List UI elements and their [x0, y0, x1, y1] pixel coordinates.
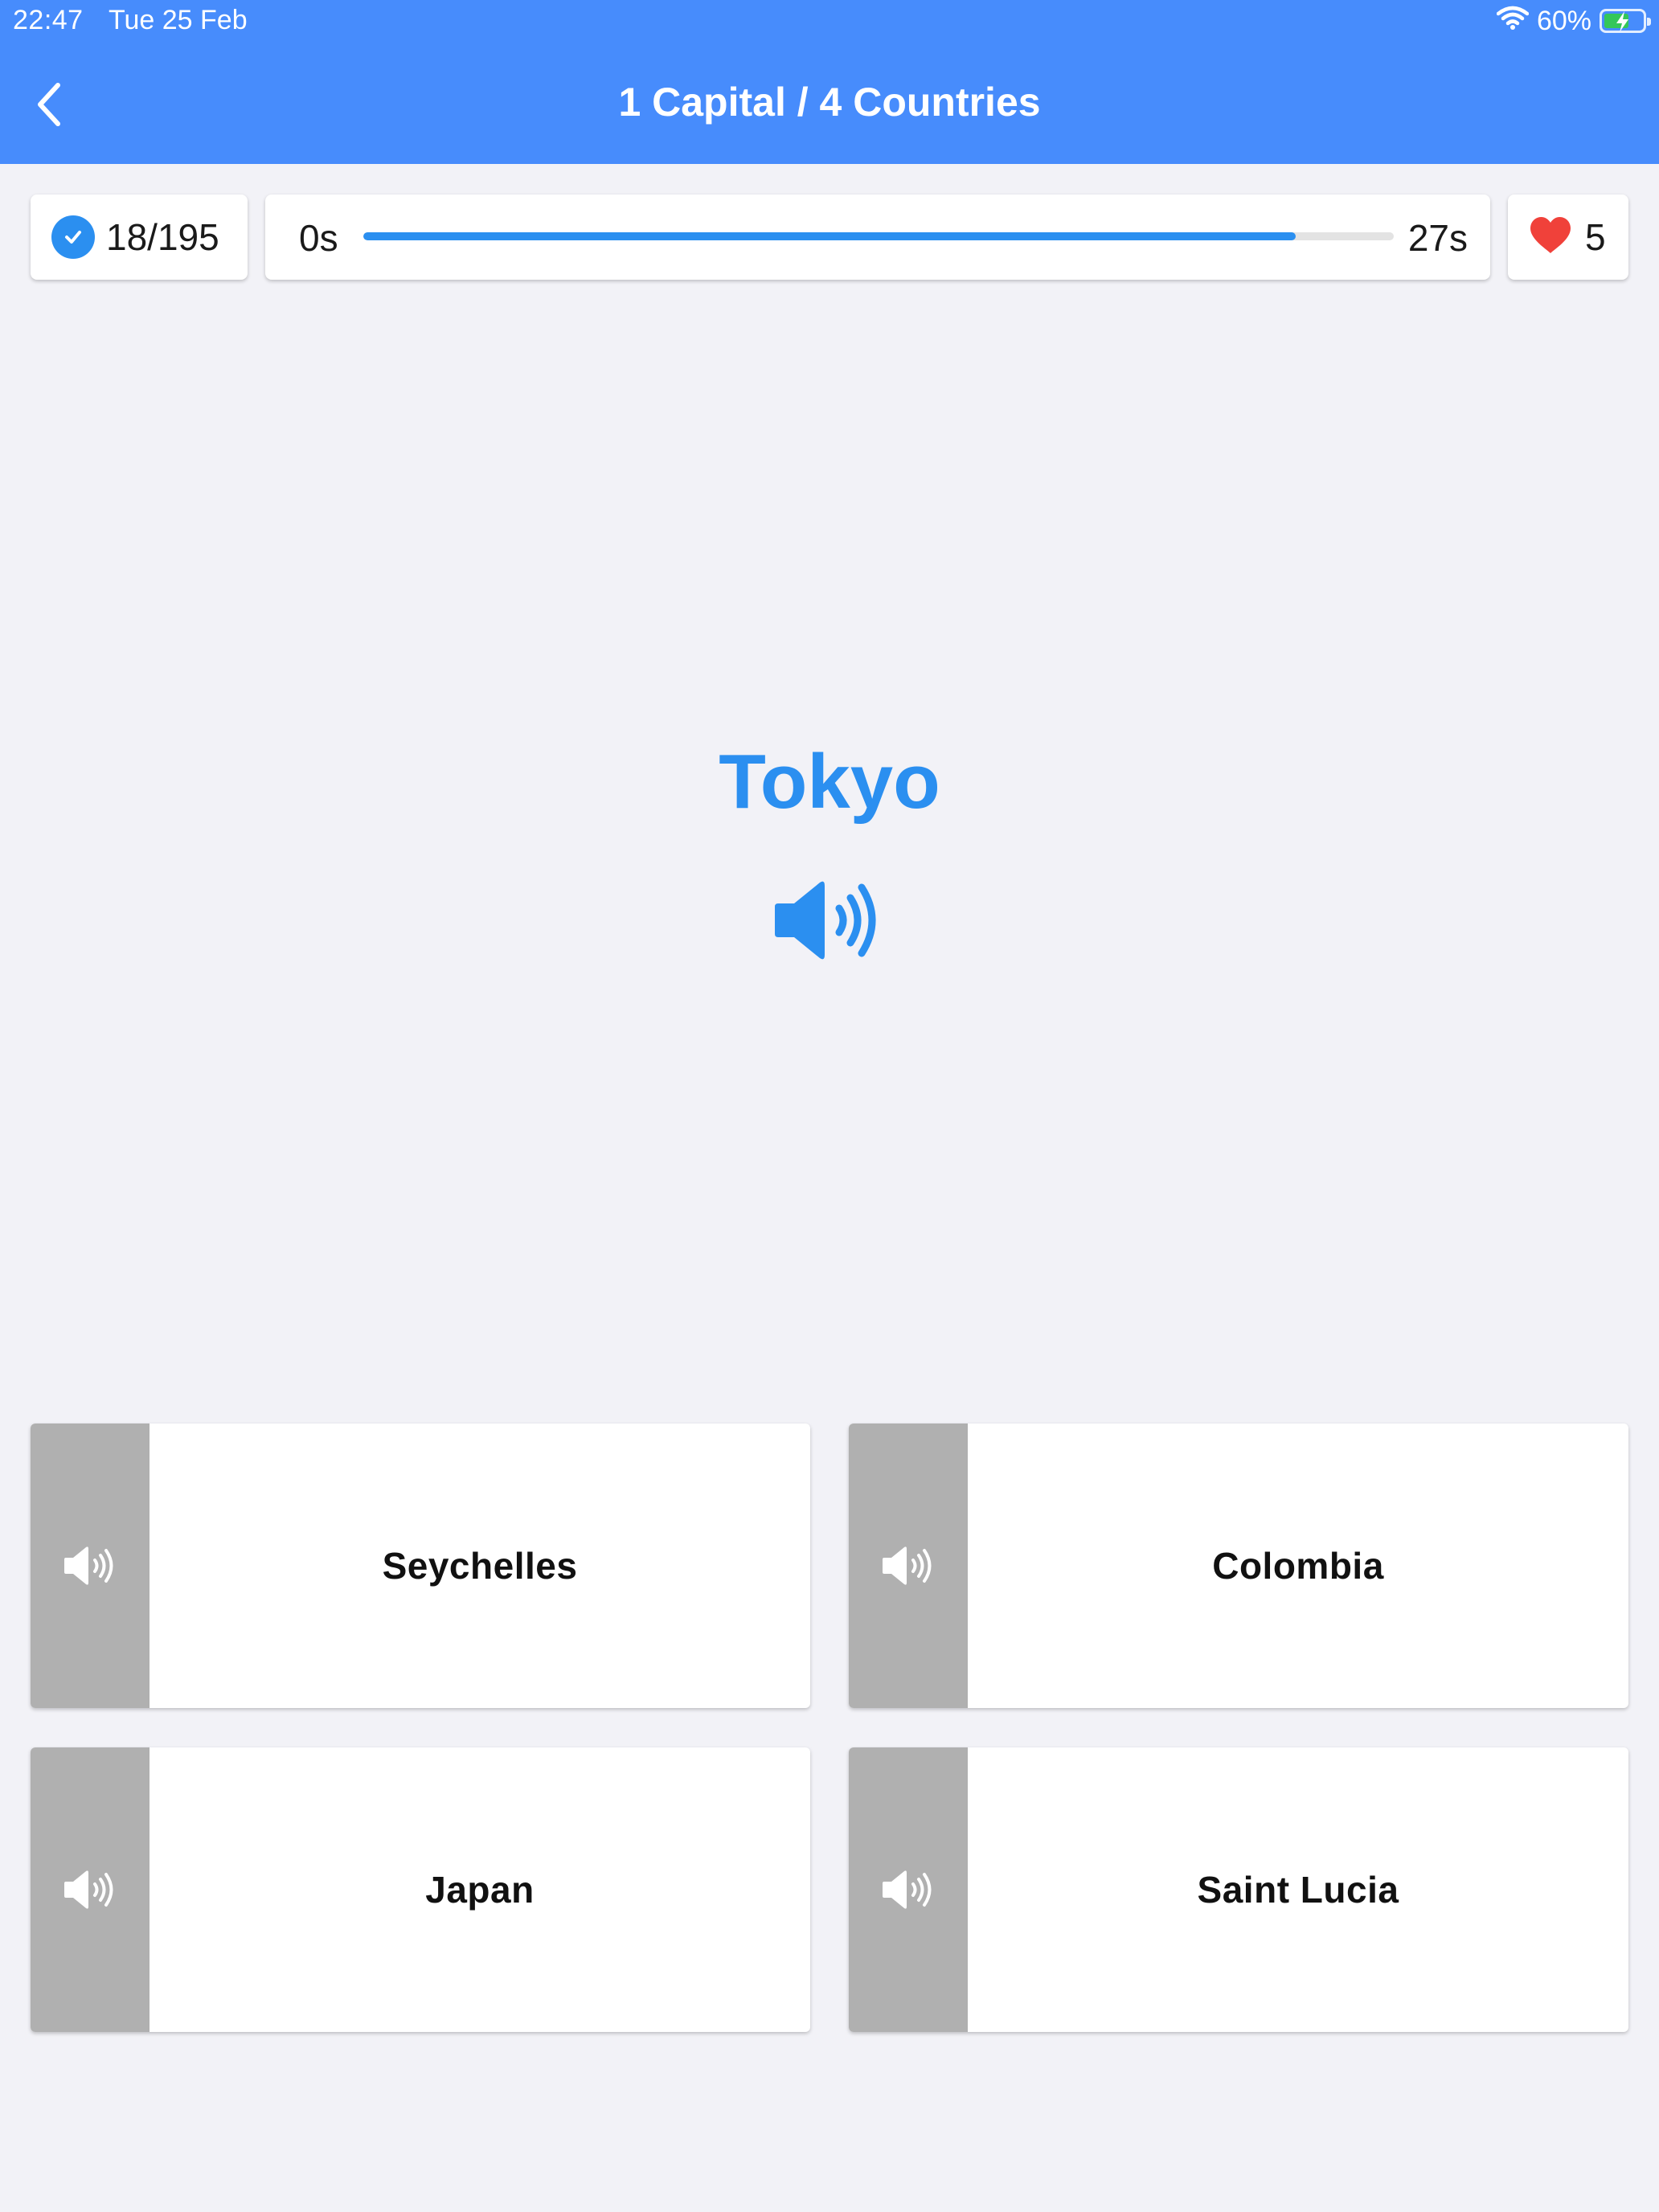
timer-end-label: 27s [1407, 217, 1468, 259]
page-title: 1 Capital / 4 Countries [618, 80, 1041, 125]
battery-charging-icon [1600, 9, 1651, 33]
heart-icon [1529, 216, 1572, 259]
check-circle-icon [51, 215, 95, 259]
timer-progress-track [363, 232, 1394, 240]
header-bar: 22:47 Tue 25 Feb 60% 1 Capital / 4 Count… [0, 0, 1659, 164]
wifi-icon [1496, 6, 1530, 37]
question-capital: Tokyo [719, 739, 940, 825]
speaker-icon [64, 1546, 113, 1585]
battery-percent: 60% [1536, 5, 1591, 36]
timer-start-label: 0s [299, 217, 338, 259]
speaker-icon [883, 1546, 932, 1585]
answer-speaker-button[interactable] [31, 1747, 150, 2032]
answer-option-japan[interactable]: Japan [31, 1747, 810, 2032]
answer-speaker-button[interactable] [31, 1423, 150, 1708]
score-count: 18/195 [106, 216, 219, 258]
answer-option-seychelles[interactable]: Seychelles [31, 1423, 810, 1708]
answer-label: Colombia [1212, 1545, 1384, 1587]
answer-label: Japan [425, 1869, 535, 1911]
speaker-icon [883, 1870, 932, 1909]
timer-bar: 0s 27s [265, 195, 1490, 280]
speaker-icon[interactable] [770, 876, 891, 965]
status-time: 22:47 [13, 5, 84, 35]
speaker-icon [64, 1870, 113, 1909]
status-date: Tue 25 Feb [109, 5, 248, 35]
lives-count: 5 [1585, 216, 1606, 258]
score-badge: 18/195 [31, 195, 248, 280]
answer-option-saint-lucia[interactable]: Saint Lucia [849, 1747, 1628, 2032]
answer-speaker-button[interactable] [849, 1423, 968, 1708]
answer-speaker-button[interactable] [849, 1747, 968, 2032]
answer-label: Seychelles [382, 1545, 578, 1587]
timer-progress-fill [363, 232, 1296, 240]
answer-option-colombia[interactable]: Colombia [849, 1423, 1628, 1708]
lives-badge: 5 [1508, 195, 1628, 280]
answer-label: Saint Lucia [1197, 1869, 1399, 1911]
status-indicators: 60% [1496, 3, 1651, 39]
